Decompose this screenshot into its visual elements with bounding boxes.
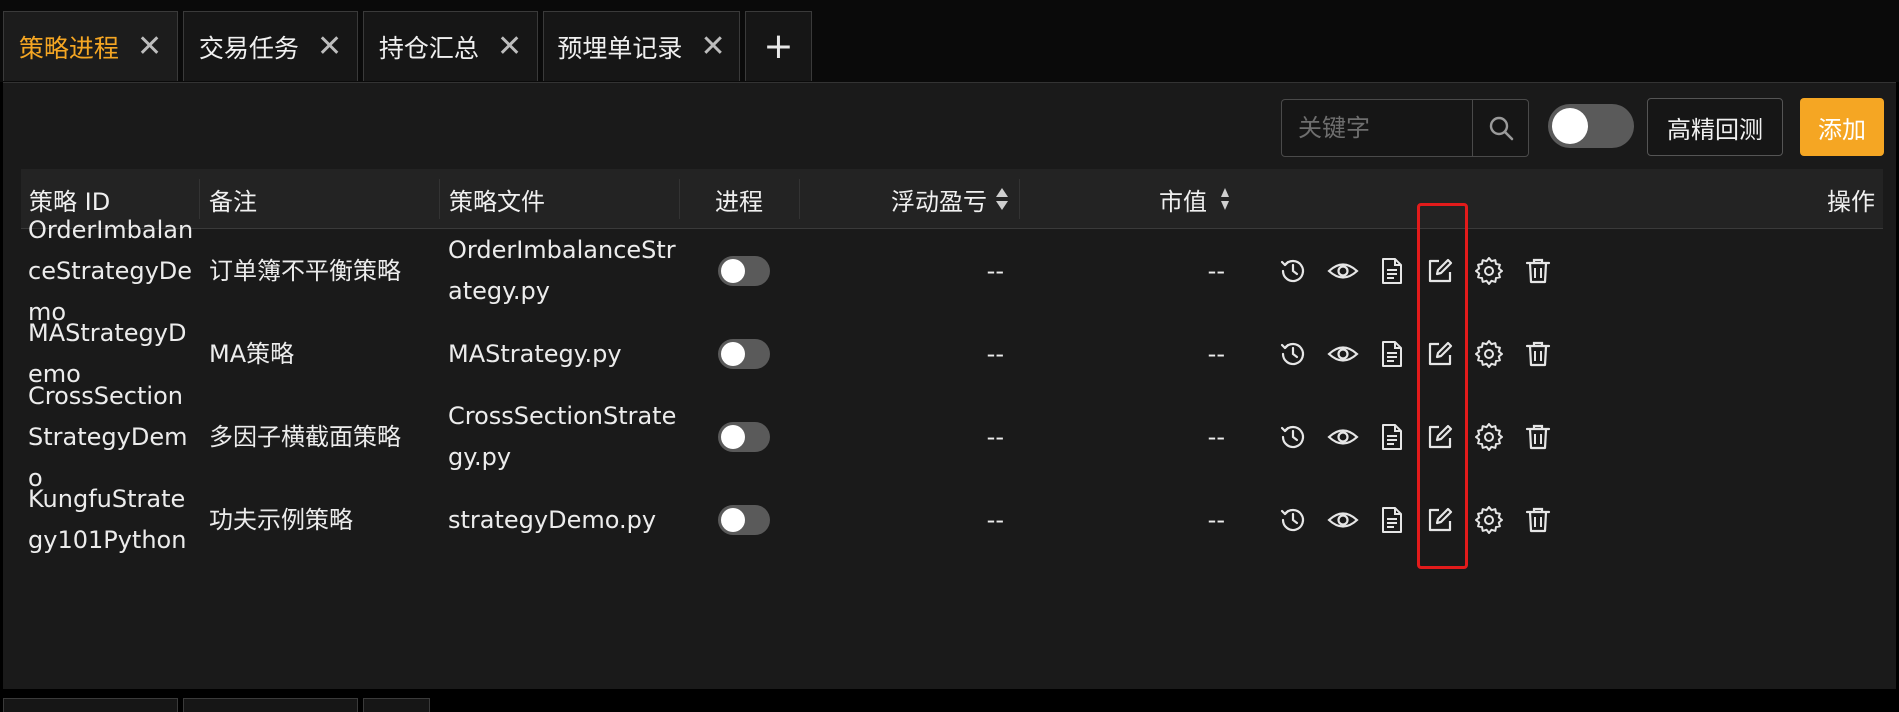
tab-label: 持仓汇总 (378, 33, 479, 63)
settings-button[interactable] (1469, 334, 1509, 374)
trash-icon (1525, 506, 1551, 534)
file-button[interactable] (1372, 417, 1412, 457)
table-header: 策略 ID 备注 策略文件 进程 浮动盈亏 市值 操作 (21, 169, 1883, 229)
eye-icon (1327, 257, 1359, 285)
bottom-tab[interactable] (363, 698, 430, 712)
eye-icon (1327, 340, 1359, 368)
tab-pending-orders[interactable]: 预埋单记录 ✕ (543, 11, 740, 81)
plus-icon: + (763, 26, 794, 67)
view-button[interactable] (1323, 251, 1363, 291)
toggle-knob (721, 342, 745, 366)
col-market-value[interactable]: 市值 (1019, 169, 1239, 229)
delete-button[interactable] (1518, 251, 1558, 291)
bottom-tab[interactable] (183, 698, 358, 712)
gear-icon (1475, 340, 1503, 368)
search-input[interactable] (1282, 100, 1472, 156)
toggle-knob (721, 425, 745, 449)
sort-icon[interactable] (995, 186, 1009, 212)
toggle-knob (721, 508, 745, 532)
delete-button[interactable] (1518, 334, 1558, 374)
table-row: KungfuStrategy101Python 功夫示例策略 strategyDem… (21, 470, 1883, 570)
gear-icon (1475, 257, 1503, 285)
settings-button[interactable] (1469, 251, 1509, 291)
search-icon (1489, 116, 1513, 141)
view-button[interactable] (1323, 500, 1363, 540)
trash-icon (1525, 423, 1551, 451)
process-toggle[interactable] (718, 422, 770, 452)
search-button[interactable] (1472, 100, 1528, 156)
high-precision-backtest-button[interactable]: 高精回测 (1647, 98, 1783, 156)
sort-icon[interactable] (1215, 186, 1229, 212)
file-icon (1380, 257, 1404, 285)
history-button[interactable] (1273, 500, 1313, 540)
search-box (1281, 99, 1529, 157)
gear-icon (1475, 423, 1503, 451)
strategy-panel: 高精回测 添加 策略 ID 备注 策略文件 进程 浮动盈亏 市值 (3, 82, 1896, 689)
file-button[interactable] (1372, 334, 1412, 374)
toggle-knob (1552, 108, 1588, 144)
cell-strategy-file: strategyDemo.py (448, 505, 657, 534)
col-actions: 操作 (1827, 187, 1875, 216)
cell-floating-pnl: -- (986, 505, 1004, 534)
settings-button[interactable] (1469, 417, 1509, 457)
tab-position-summary[interactable]: 持仓汇总 ✕ (363, 11, 538, 81)
history-button[interactable] (1273, 417, 1313, 457)
col-file: 策略文件 (439, 169, 679, 229)
tab-strategy-process[interactable]: 策略进程 ✕ (3, 11, 178, 81)
delete-button[interactable] (1518, 500, 1558, 540)
col-process: 进程 (679, 169, 799, 229)
process-toggle[interactable] (718, 256, 770, 286)
file-button[interactable] (1372, 251, 1412, 291)
bottom-tab[interactable] (3, 698, 178, 712)
gear-icon (1475, 506, 1503, 534)
edit-column-highlight (1417, 203, 1468, 569)
col-note: 备注 (199, 169, 439, 229)
col-floating-pnl[interactable]: 浮动盈亏 (799, 169, 1019, 229)
add-button[interactable]: 添加 (1800, 98, 1884, 156)
cell-strategy-id: KungfuStrategy101Python (28, 485, 187, 554)
file-icon (1380, 340, 1404, 368)
tab-label: 策略进程 (18, 33, 119, 63)
close-icon[interactable]: ✕ (497, 31, 522, 62)
history-icon (1279, 257, 1307, 285)
close-icon[interactable]: ✕ (317, 31, 342, 62)
add-tab-button[interactable]: + (745, 11, 812, 81)
history-button[interactable] (1273, 251, 1313, 291)
cell-market-value: -- (1207, 505, 1225, 534)
trash-icon (1525, 340, 1551, 368)
trash-icon (1525, 257, 1551, 285)
tab-bar: 策略进程 ✕ 交易任务 ✕ 持仓汇总 ✕ 预埋单记录 ✕ + (0, 0, 1899, 82)
file-button[interactable] (1372, 500, 1412, 540)
toggle-knob (721, 259, 745, 283)
cell-note: 功夫示例策略 (209, 505, 353, 534)
file-icon (1380, 423, 1404, 451)
history-icon (1279, 423, 1307, 451)
eye-icon (1327, 423, 1359, 451)
history-icon (1279, 340, 1307, 368)
tab-label: 交易任务 (198, 33, 299, 63)
file-icon (1380, 506, 1404, 534)
process-toggle[interactable] (718, 339, 770, 369)
process-toggle[interactable] (718, 505, 770, 535)
history-button[interactable] (1273, 334, 1313, 374)
eye-icon (1327, 506, 1359, 534)
close-icon[interactable]: ✕ (137, 31, 162, 62)
history-icon (1279, 506, 1307, 534)
tab-trading-tasks[interactable]: 交易任务 ✕ (183, 11, 358, 81)
global-toggle[interactable] (1548, 104, 1634, 148)
tab-label: 预埋单记录 (557, 33, 683, 63)
settings-button[interactable] (1469, 500, 1509, 540)
delete-button[interactable] (1518, 417, 1558, 457)
close-icon[interactable]: ✕ (700, 31, 725, 62)
view-button[interactable] (1323, 334, 1363, 374)
view-button[interactable] (1323, 417, 1363, 457)
